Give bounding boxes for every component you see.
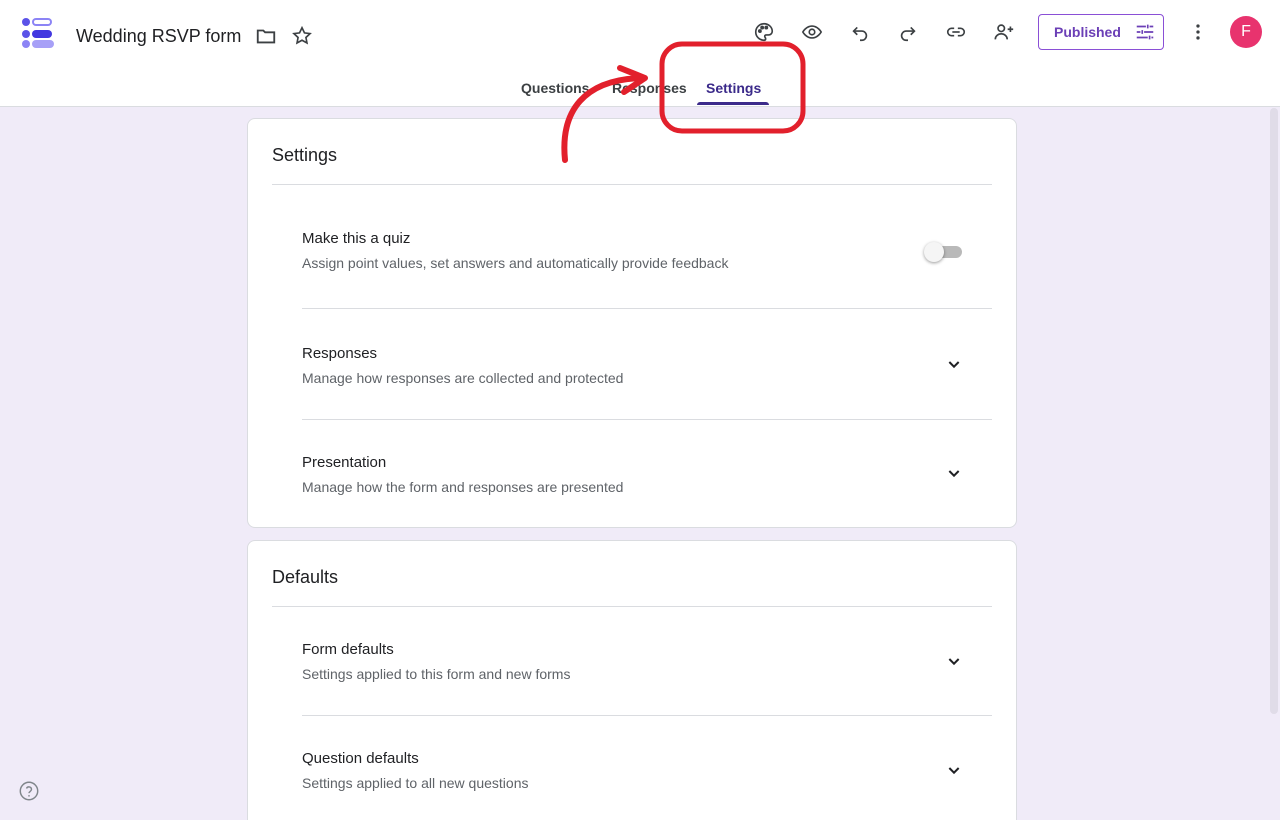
form-defaults-expand-button[interactable]	[942, 649, 966, 673]
presentation-setting-title[interactable]: Presentation	[302, 454, 386, 471]
quiz-toggle-thumb	[924, 242, 944, 262]
form-defaults-subtitle: Settings applied to this form and new fo…	[302, 666, 571, 682]
row-divider	[302, 308, 992, 309]
tab-questions[interactable]: Questions	[521, 78, 589, 107]
responses-setting-subtitle: Manage how responses are collected and p…	[302, 370, 624, 386]
row-divider	[302, 419, 992, 420]
chevron-down-icon	[948, 361, 960, 369]
account-avatar[interactable]: F	[1230, 16, 1262, 48]
presentation-expand-button[interactable]	[942, 461, 966, 485]
form-title[interactable]: Wedding RSVP form	[76, 24, 241, 48]
add-collaborators-button[interactable]	[988, 16, 1020, 48]
presentation-setting-subtitle: Manage how the form and responses are pr…	[302, 479, 624, 495]
eye-icon	[801, 25, 823, 39]
form-defaults-title[interactable]: Form defaults	[302, 641, 394, 658]
tab-responses[interactable]: Responses	[612, 78, 687, 107]
defaults-card: Defaults Form defaults Settings applied …	[247, 540, 1017, 820]
active-tab-indicator	[697, 102, 769, 105]
help-icon[interactable]	[18, 780, 40, 802]
question-defaults-title[interactable]: Question defaults	[302, 750, 419, 767]
undo-button[interactable]	[844, 16, 876, 48]
forms-logo-icon[interactable]	[20, 16, 56, 52]
card-divider	[272, 184, 992, 185]
customize-theme-button[interactable]	[748, 16, 780, 48]
responses-expand-button[interactable]	[942, 352, 966, 376]
preview-button[interactable]	[796, 16, 828, 48]
redo-button[interactable]	[892, 16, 924, 48]
star-button[interactable]	[286, 20, 318, 52]
palette-icon	[755, 22, 774, 42]
tune-icon	[1136, 24, 1154, 40]
responses-setting-title[interactable]: Responses	[302, 345, 377, 362]
chevron-down-icon	[948, 470, 960, 478]
quiz-setting-title: Make this a quiz	[302, 230, 411, 247]
settings-card-title: Settings	[272, 145, 338, 165]
link-icon	[946, 27, 966, 37]
quiz-toggle[interactable]	[924, 241, 964, 262]
row-divider	[302, 715, 992, 716]
undo-icon	[852, 26, 868, 42]
form-tabs: Questions Responses Settings	[0, 78, 1280, 107]
copy-link-button[interactable]	[940, 16, 972, 48]
star-icon	[292, 25, 312, 45]
redo-icon	[900, 26, 916, 42]
published-button[interactable]: Published	[1038, 14, 1164, 50]
defaults-card-title: Defaults	[272, 567, 339, 587]
more-options-button[interactable]	[1182, 16, 1214, 48]
card-divider	[272, 606, 992, 607]
page-scrollbar[interactable]	[1270, 108, 1278, 714]
app-header: Wedding RSVP form Published F Questions …	[0, 0, 1280, 107]
question-defaults-expand-button[interactable]	[942, 758, 966, 782]
settings-card: Settings Make this a quiz Assign point v…	[247, 118, 1017, 528]
published-label: Published	[1054, 24, 1121, 40]
question-defaults-subtitle: Settings applied to all new questions	[302, 775, 529, 791]
folder-icon	[256, 29, 276, 44]
folder-button[interactable]	[250, 20, 282, 52]
chevron-down-icon	[948, 767, 960, 775]
more-vert-icon	[1196, 24, 1200, 40]
add-person-icon	[994, 24, 1014, 40]
quiz-setting-subtitle: Assign point values, set answers and aut…	[302, 255, 729, 271]
chevron-down-icon	[948, 658, 960, 666]
